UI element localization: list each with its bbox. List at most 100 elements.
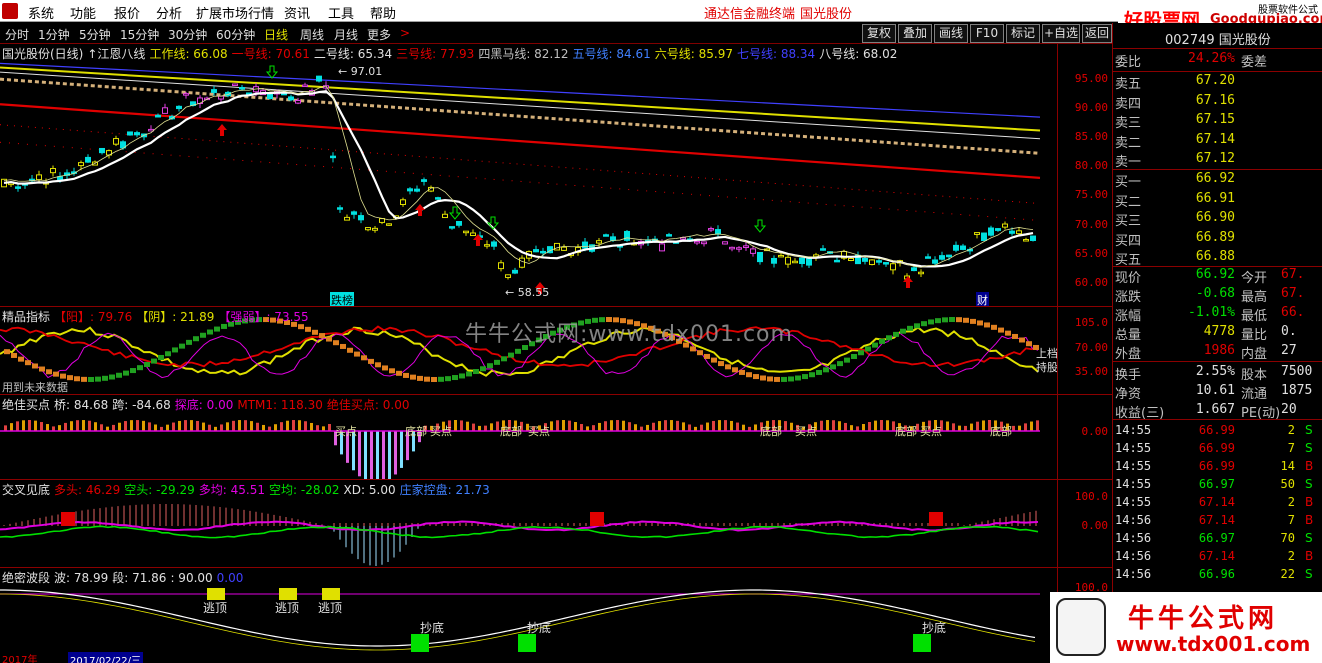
tick-direction: S — [1305, 567, 1313, 581]
menu-info[interactable]: 资讯 — [284, 3, 310, 22]
candle-body — [337, 207, 343, 210]
candle-body — [540, 250, 546, 254]
stair-block — [718, 361, 724, 367]
menu-tools[interactable]: 工具 — [328, 3, 354, 22]
tick-time: 14:56 — [1115, 513, 1152, 527]
juejia-field-3: 探底: 0.00 — [174, 398, 234, 412]
stair-block — [305, 326, 311, 332]
tick-row[interactable]: 14:56 66.96 22 S — [1113, 567, 1322, 586]
add-favorite-button[interactable]: +自选 — [1042, 24, 1080, 43]
tick-row[interactable]: 14:55 66.99 2 S — [1113, 423, 1322, 442]
period-monthly[interactable]: 月线 — [334, 26, 358, 43]
juejia-field-0: 绝佳买点 — [2, 398, 51, 412]
bid-label: 买三 — [1115, 214, 1142, 229]
menu-help[interactable]: 帮助 — [370, 3, 396, 22]
tick-row[interactable]: 14:55 66.97 50 S — [1113, 477, 1322, 496]
histogram-bar — [592, 425, 595, 431]
stair-block — [403, 372, 409, 378]
ytick-95: 95.00 — [1074, 72, 1108, 85]
tick-volume: 2 — [1287, 495, 1295, 509]
candle-body — [862, 257, 868, 262]
period-weekly[interactable]: 周线 — [300, 26, 324, 43]
candle-body — [624, 230, 630, 241]
tick-row[interactable]: 14:56 66.97 70 S — [1113, 531, 1322, 550]
main-header-field-4: 二号线: 65.34 — [313, 47, 393, 61]
mark-button[interactable]: 标记 — [1006, 24, 1040, 43]
jingpin-field-0: 精品指标 — [2, 310, 51, 324]
stair-block — [900, 328, 906, 334]
menu-system[interactable]: 系统 — [28, 3, 54, 22]
histogram-bar — [28, 420, 31, 431]
stair-block — [914, 323, 920, 329]
overlay-button[interactable]: 叠加 — [898, 24, 932, 43]
f10-button[interactable]: F10 — [970, 24, 1004, 43]
tick-price: 66.97 — [1198, 477, 1235, 491]
tick-row[interactable]: 14:55 66.99 7 S — [1113, 441, 1322, 460]
period-next-arrow[interactable]: > — [400, 26, 410, 40]
period-1min[interactable]: 1分钟 — [38, 26, 70, 43]
bid-price: 66.91 — [1195, 190, 1235, 206]
juemi-indicator-pane[interactable]: 逃顶 逃顶 逃顶 抄底 抄底 抄底 绝密波段 波: 78.99 段: 71.86: 90.00… — [0, 568, 1112, 655]
stair-block — [501, 356, 507, 362]
stat-row: 涨幅 -1.01% 最低 66. — [1113, 305, 1322, 324]
period-daily[interactable]: 日线 — [264, 26, 288, 43]
candle-body — [953, 244, 959, 251]
period-5min[interactable]: 5分钟 — [79, 26, 111, 43]
histogram-bar — [1018, 425, 1021, 431]
tick-row[interactable]: 14:55 66.99 14 B — [1113, 459, 1322, 478]
menu-function[interactable]: 功能 — [70, 3, 96, 22]
histogram-bar — [652, 422, 655, 431]
candle-body — [890, 263, 896, 271]
juejia-indicator-pane[interactable]: 买点 底部 买点 底部 买点 底部 买点 底部 买点 底部 绝佳买点 桥: 84.68 跨: -84.… — [0, 395, 1112, 480]
stair-block — [788, 376, 794, 382]
app-title: 通达信金融终端 — [704, 7, 796, 22]
period-60min[interactable]: 60分钟 — [216, 26, 255, 43]
menu-extended-market[interactable]: 扩展市场行情 — [196, 3, 274, 22]
main-kline-pane[interactable]: 国光股份(日线) ↑江恩八线 工作线: 66.08 一号线: 70.61 二号线: 65… — [0, 44, 1112, 307]
stair-block — [130, 368, 136, 374]
kline-canvas[interactable] — [0, 44, 1057, 307]
escape-top-label: 逃顶 — [275, 601, 299, 615]
stair-block — [312, 329, 318, 335]
candle-body — [925, 256, 931, 259]
juemi-field-2: 段: 71.86 — [112, 571, 167, 585]
histogram-bar — [124, 421, 127, 431]
ask-price: 67.12 — [1195, 151, 1235, 166]
histogram-bar — [958, 425, 961, 431]
fuquan-button[interactable]: 复权 — [862, 24, 896, 43]
histogram-bar — [676, 420, 679, 431]
jingpin-field-3: 【强弱】: 73.55 — [218, 310, 309, 324]
low-price-label: ← 58.55 — [505, 286, 550, 299]
tick-row[interactable]: 14:56 67.14 2 B — [1113, 549, 1322, 568]
ask-label: 卖五 — [1115, 77, 1142, 92]
period-30min[interactable]: 30分钟 — [168, 26, 207, 43]
period-fenshi[interactable]: 分时 — [5, 26, 29, 43]
menu-analysis[interactable]: 分析 — [156, 3, 182, 22]
tick-row[interactable]: 14:56 67.14 7 B — [1113, 513, 1322, 532]
candle-body — [659, 243, 665, 252]
candle-body — [869, 259, 875, 266]
candle-body — [722, 241, 728, 245]
back-button[interactable]: 返回 — [1082, 24, 1112, 43]
cross-signal-icon — [929, 512, 943, 526]
draw-line-button[interactable]: 画线 — [934, 24, 968, 43]
tick-time: 14:55 — [1115, 495, 1152, 509]
candle-body — [1023, 239, 1029, 242]
stat-value-2: 66. — [1281, 305, 1305, 320]
tick-price: 67.14 — [1198, 513, 1235, 527]
jiaocha-indicator-pane[interactable]: 交叉见底 多头: 46.29 空头: -29.29 多均: 45.51 空均: -28.… — [0, 480, 1112, 568]
gann-line-7 — [0, 141, 1041, 221]
period-more[interactable]: 更多 — [367, 26, 391, 43]
signal-label: 买点 — [430, 425, 452, 438]
period-15min[interactable]: 15分钟 — [120, 26, 159, 43]
main-header-field-7: 五号线: 84.61 — [572, 47, 651, 61]
tick-row[interactable]: 14:55 67.14 2 B — [1113, 495, 1322, 514]
bid-label: 买二 — [1115, 194, 1142, 210]
buy-arrow-icon — [415, 204, 425, 216]
candle-body — [512, 269, 518, 274]
menu-quote[interactable]: 报价 — [114, 3, 140, 22]
stat-row: 净资 10.61 流通 1875 — [1113, 383, 1322, 402]
event-marker-cai[interactable]: 财 — [976, 292, 989, 306]
jiaocha-axis: 100.0 0.00 — [1057, 480, 1112, 567]
event-marker-dieban[interactable]: 跌榜 — [330, 292, 354, 306]
